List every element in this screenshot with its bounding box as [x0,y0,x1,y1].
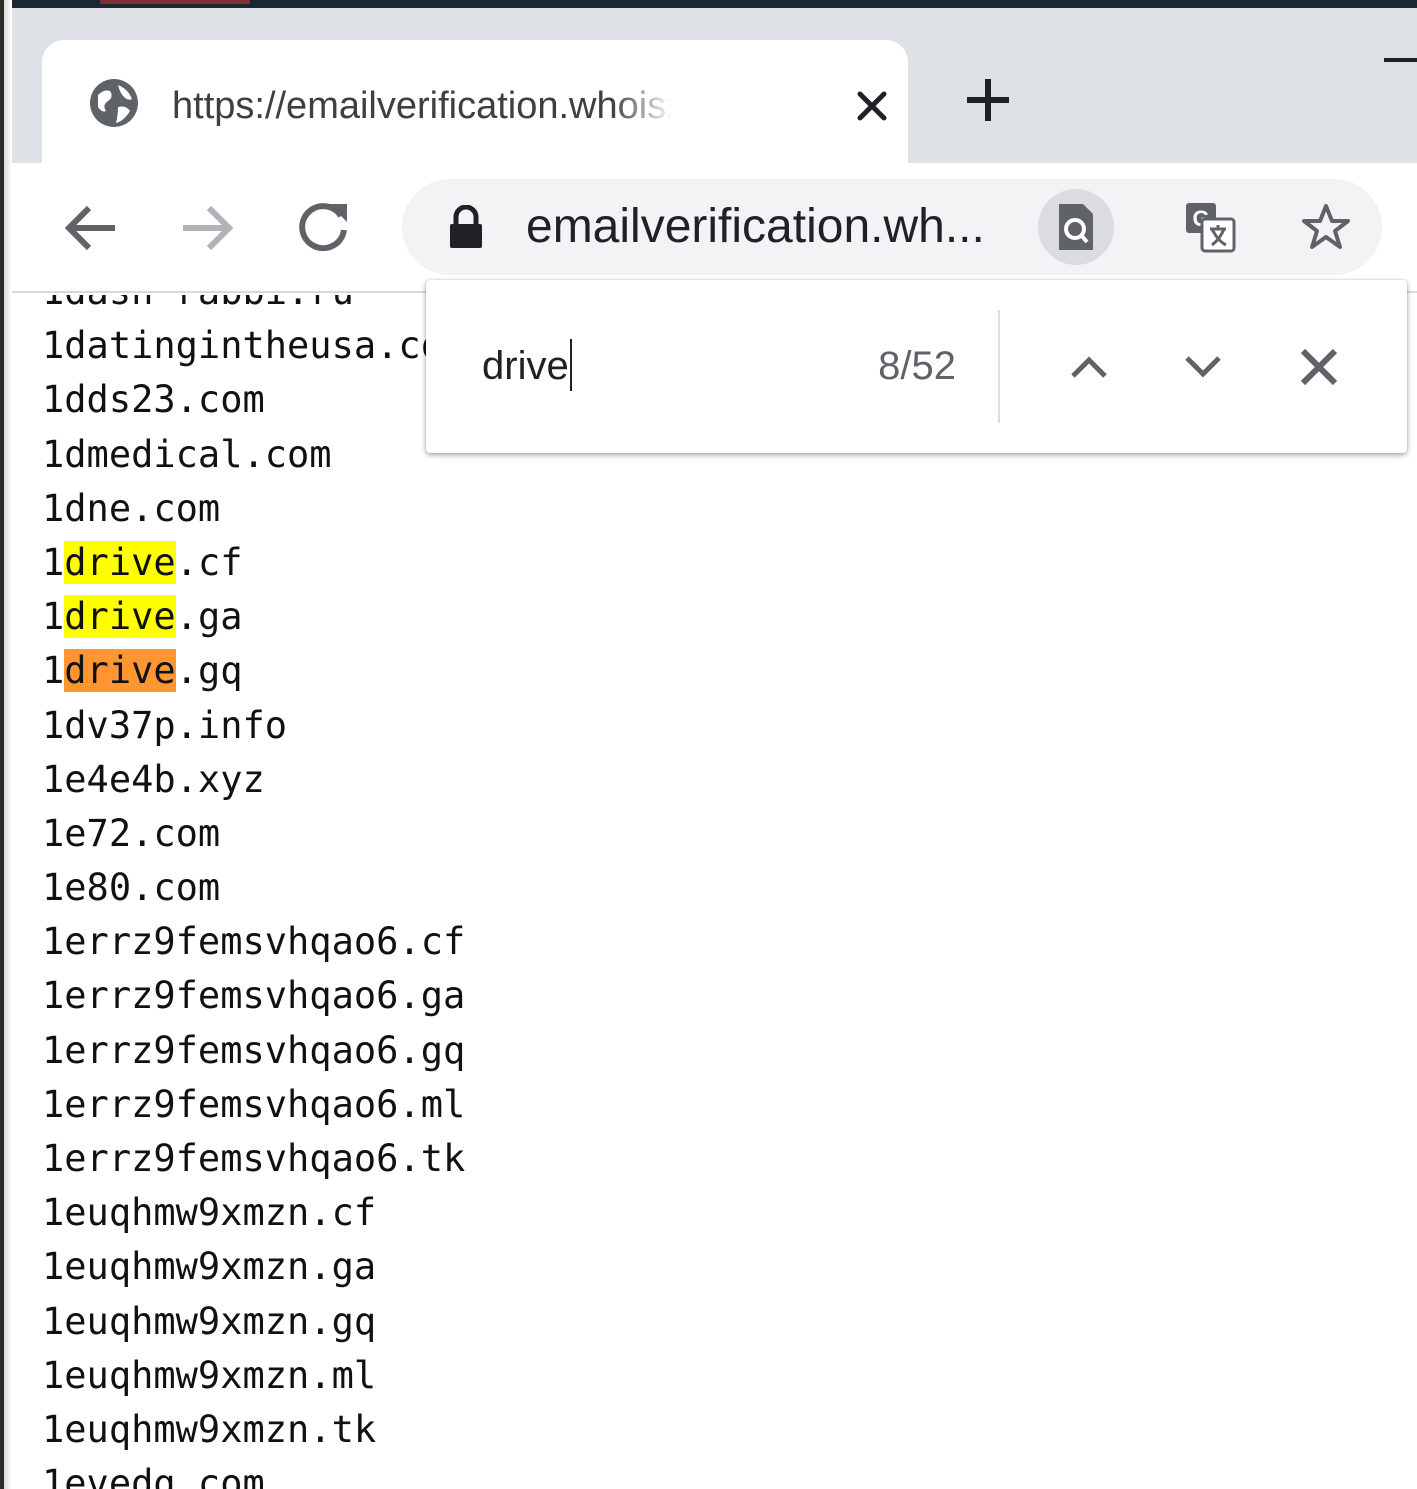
list-item: 1euqhmw9xmzn.ml [42,1353,377,1397]
find-bar: drive 8/52 [426,280,1407,453]
active-search-highlight: drive [64,649,176,693]
list-item: 1errz9femsvhqao6.gq [42,1028,466,1072]
list-item: 1euqhmw9xmzn.ga [42,1245,377,1289]
chevron-down-icon[interactable] [1168,332,1238,402]
list-item: 1evedg.com [42,1462,265,1489]
browser-window: https://emailverification.whoisxmlapi.co… [0,0,1417,1489]
close-icon[interactable] [1284,332,1354,402]
address-bar[interactable]: emailverification.wh... G [402,179,1382,275]
list-item: 1drive.ga [42,595,243,639]
list-item: 1e80.com [42,866,221,910]
reload-icon[interactable] [288,193,358,263]
find-input[interactable]: drive [482,336,832,396]
list-item: 1euqhmw9xmzn.gq [42,1299,377,1343]
star-icon[interactable] [1288,189,1364,265]
search-highlight: drive [64,540,176,584]
translate-icon[interactable]: G [1172,189,1248,265]
browser-tab[interactable]: https://emailverification.whoisxmlapi.co… [42,40,908,164]
list-item: 1drive.gq [42,649,243,693]
list-item: 1errz9femsvhqao6.ml [42,1082,466,1126]
arrow-left-icon[interactable] [56,193,126,263]
globe-icon [88,77,140,129]
minimize-button[interactable] [1384,58,1417,62]
list-item: 1dv37p.info [42,703,288,747]
tab-title: https://emailverification.whoisxmlapi.co… [172,85,672,127]
list-item: 1e72.com [42,811,221,855]
list-item: 1errz9femsvhqao6.ga [42,974,466,1018]
find-match-count: 8/52 [878,344,956,388]
window-top-accent [100,0,250,4]
find-divider [998,310,1000,423]
tab-strip: https://emailverification.whoisxmlapi.co… [12,8,1417,164]
list-item: 1dds23.com [42,378,265,422]
lock-icon[interactable] [446,204,486,249]
list-item: 1dmedical.com [42,432,332,476]
list-item: 1dne.com [42,486,221,530]
chevron-up-icon[interactable] [1054,332,1124,402]
search-highlight: drive [64,595,176,639]
arrow-right-icon[interactable] [172,193,242,263]
plus-icon[interactable] [958,70,1018,130]
list-item: 1drive.cf [42,540,243,584]
list-item: 1euqhmw9xmzn.tk [42,1407,377,1451]
window-left-edge [0,0,12,1489]
domain-list: 1dash-rabbi.ru 1datingintheusa.com 1dds23.… [42,295,465,1489]
list-item: 1errz9femsvhqao6.cf [42,920,466,964]
list-item: 1dash-rabbi.ru [42,295,465,319]
list-item: 1datingintheusa.com [42,324,466,368]
page-content: 1dash-rabbi.ru 1datingintheusa.com 1dds23.… [12,295,1417,1489]
browser-toolbar: emailverification.wh... G [12,163,1417,293]
url-text[interactable]: emailverification.wh... [526,193,1006,261]
list-item: 1e4e4b.xyz [42,757,265,801]
text-caret [569,339,572,391]
list-item: 1errz9femsvhqao6.tk [42,1137,466,1180]
close-icon[interactable] [850,84,894,128]
find-in-page-icon[interactable] [1038,189,1114,265]
list-item: 1euqhmw9xmzn.cf [42,1191,377,1235]
